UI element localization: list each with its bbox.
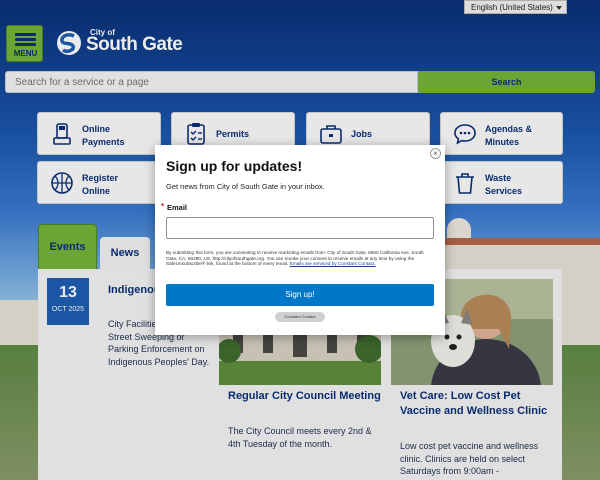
close-icon[interactable]: ×: [430, 148, 441, 159]
modal-subtitle: Get news from City of South Gate in your…: [166, 182, 325, 191]
signup-button[interactable]: Sign up!: [166, 284, 434, 306]
constant-contact-badge[interactable]: Constant Contact: [275, 312, 325, 322]
email-label: Email: [167, 203, 188, 212]
modal-title: Sign up for updates!: [166, 158, 303, 174]
consent-text: By submitting this form, you are consent…: [166, 250, 424, 267]
signup-modal: × Sign up for updates! Get news from Cit…: [155, 145, 445, 335]
required-marker: *: [161, 202, 165, 211]
email-field[interactable]: [166, 217, 434, 239]
constant-contact-link[interactable]: Emails are serviced by Constant Contact.: [290, 261, 376, 266]
